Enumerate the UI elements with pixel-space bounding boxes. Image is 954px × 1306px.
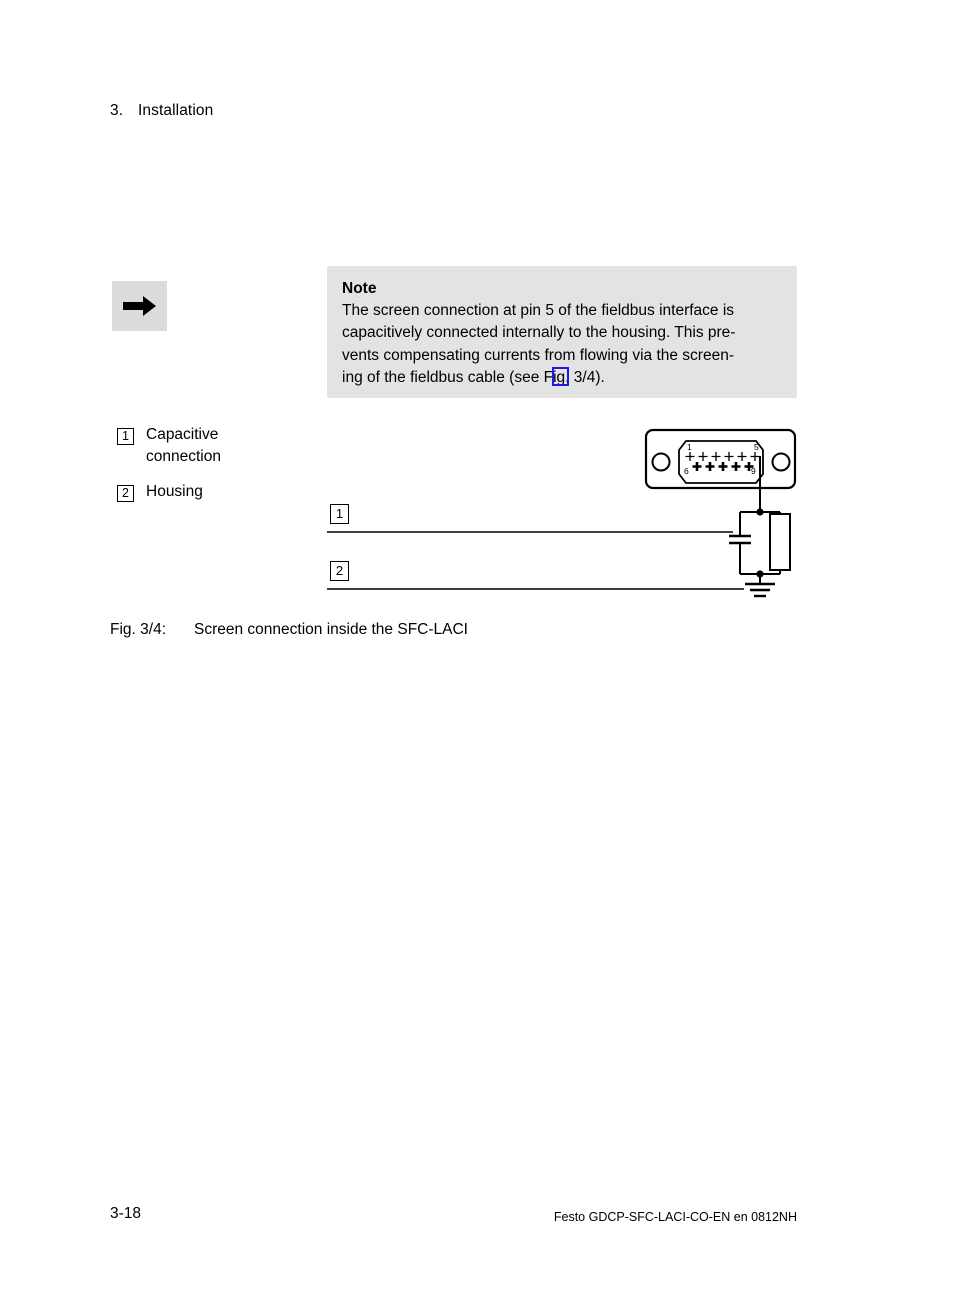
- chapter-heading: 3. Installation: [110, 102, 213, 120]
- footer-page-number: 3-18: [110, 1205, 142, 1222]
- screen-connection-diagram: 1 5 6 9: [327, 428, 797, 598]
- junction-node-bottom: [756, 570, 764, 578]
- legend-callout-number: 1: [117, 428, 134, 445]
- figure-callout-1: 1: [330, 504, 349, 524]
- chapter-title: Installation: [138, 102, 214, 119]
- figure-caption-label: Fig. 3/4:: [110, 621, 166, 638]
- note-line: capacitively connected internally to the…: [342, 324, 736, 342]
- chapter-number: 3.: [110, 102, 124, 119]
- resistor-body: [769, 513, 791, 571]
- legend-line: Housing: [146, 483, 203, 500]
- connector-pins-bottom-row: [692, 462, 754, 471]
- note-icon-box: [112, 281, 167, 331]
- legend-item: 2 Housing: [117, 481, 221, 503]
- figure-callout-2: 2: [330, 561, 349, 581]
- arrow-right-icon: [123, 296, 156, 316]
- note-line: The screen connection at pin 5 of the fi…: [342, 302, 735, 319]
- pin-label-6: 6: [684, 466, 689, 476]
- legend-line: connection: [146, 447, 221, 465]
- dsub-connector-shell: [644, 428, 797, 490]
- legend-line: Capacitive: [146, 426, 219, 443]
- connector-mounting-hole-right: [771, 452, 791, 472]
- legend-item: 1 Capacitive connection: [117, 424, 221, 467]
- connector-pins-top-row: [685, 452, 760, 461]
- selection-marker[interactable]: [552, 367, 569, 386]
- connector-mounting-hole-left: [651, 452, 671, 472]
- legend-item-label: Capacitive connection: [146, 424, 221, 467]
- pin-label-5: 5: [754, 442, 759, 452]
- document-page: 3. Installation Note The screen connectio…: [0, 0, 954, 1306]
- pin-label-1: 1: [687, 442, 692, 452]
- note-title: Note: [342, 280, 377, 297]
- note-line: vents compensating currents from flowing…: [342, 346, 734, 364]
- connector-pin-shroud: [678, 440, 764, 484]
- figure-legend: 1 Capacitive connection 2 Housing: [117, 424, 221, 517]
- legend-callout-number: 2: [117, 485, 134, 502]
- pin-label-9: 9: [751, 466, 756, 476]
- legend-item-label: Housing: [146, 481, 203, 503]
- junction-node-top: [756, 508, 764, 516]
- figure-caption-text: Screen connection inside the SFC-LACI: [194, 621, 468, 638]
- figure-caption: Fig. 3/4: Screen connection inside the SF…: [110, 621, 468, 639]
- footer-document-id: Festo GDCP-SFC-LACI-CO-EN en 0812NH: [553, 1210, 797, 1224]
